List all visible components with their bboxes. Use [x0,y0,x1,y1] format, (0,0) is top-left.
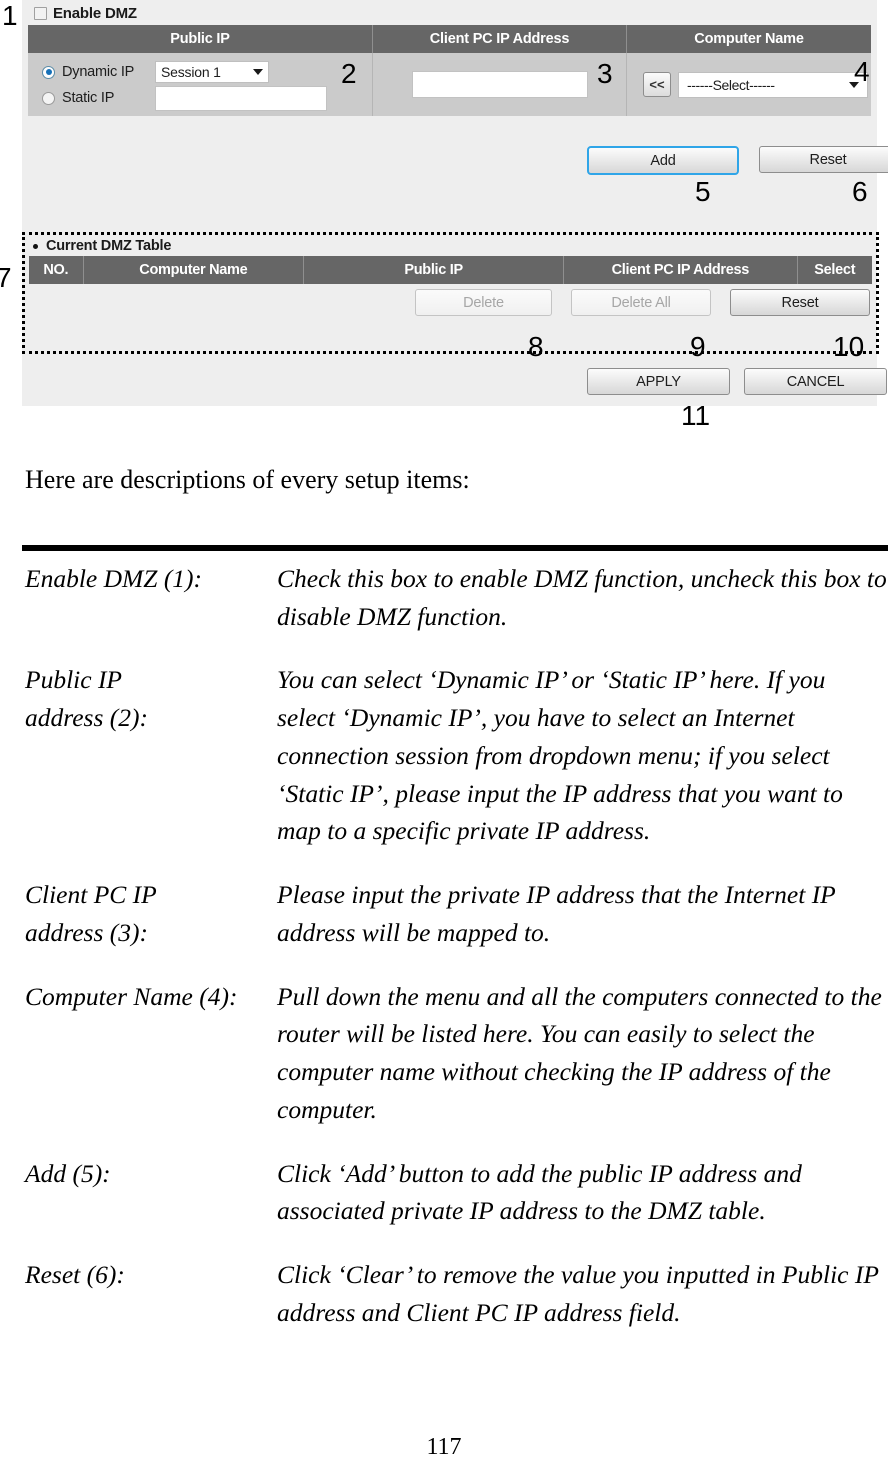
callout-11: 11 [681,400,711,431]
reset-button[interactable]: Reset [759,146,888,173]
dmz-settings-panel: Enable DMZ Public IP Client PC IP Addres… [22,0,888,406]
current-dmz-table-label: Current DMZ Table [46,238,172,254]
desc-reset: Click ‘Clear’ to remove the value you in… [277,1260,879,1327]
desc-add: Click ‘Add’ button to add the public IP … [277,1158,802,1226]
callout-4: 4 [854,56,870,87]
dynamic-ip-row[interactable]: Dynamic IP Session 1 [42,59,372,85]
page-action-buttons: APPLY CANCEL [587,368,887,395]
callout-7: 7 [0,262,12,293]
cancel-button[interactable]: CANCEL [744,368,887,395]
dynamic-ip-radio[interactable] [42,65,55,79]
current-dmz-table-title: Current DMZ Table [25,235,876,256]
dmz-config-header-row: Public IP Client PC IP Address Computer … [28,25,871,53]
term-line-1: Client PC IP [25,880,157,910]
intro-paragraph: Here are descriptions of every setup ite… [25,465,470,494]
desc-public-ip-address: You can select ‘Dynamic IP’ or ‘Static I… [277,665,843,846]
static-ip-input[interactable] [155,85,327,111]
enable-dmz-checkbox[interactable] [34,6,47,20]
bullet-icon [33,243,38,249]
dynamic-ip-label: Dynamic IP [62,64,135,80]
client-pc-ip-cell [373,53,627,116]
desc-client-pc-ip-address: Please input the private IP address that… [277,880,836,947]
term-line-1: Public IP [25,665,123,695]
description-item: Add (5): Click ‘Add’ button to add the p… [25,1155,888,1230]
static-ip-radio[interactable] [42,91,55,105]
form-action-buttons: Add Reset [587,146,888,175]
term-line-1: Enable DMZ (1): [25,564,203,593]
session-select-value: Session 1 [161,64,221,80]
client-pc-ip-input[interactable] [411,71,588,98]
callout-1: 1 [2,0,18,31]
dmz-header-public-ip: Public IP [304,256,565,284]
term-line-2: address (3): [25,917,148,947]
dmz-header-computer-name: Computer Name [84,256,305,284]
delete-button[interactable]: Delete [415,289,552,316]
callout-8: 8 [528,331,544,362]
description-item: Reset (6): Click ‘Clear’ to remove the v… [25,1256,888,1331]
router-dmz-screenshot: Enable DMZ Public IP Client PC IP Addres… [0,0,888,430]
dmz-reset-button[interactable]: Reset [730,289,870,316]
insert-computer-name-button[interactable]: << [643,72,671,97]
description-item: Client PC IP address (3): Please input t… [25,876,888,951]
header-computer-name: Computer Name [694,31,804,47]
desc-enable-dmz: Check this box to enable DMZ function, u… [277,564,887,631]
apply-button[interactable]: APPLY [587,368,730,395]
description-item: Public IP address (2): You can select ‘D… [25,661,888,850]
current-dmz-table-section: Current DMZ Table NO. Computer Name Publ… [22,232,879,354]
session-select[interactable]: Session 1 [155,61,269,83]
delete-all-button[interactable]: Delete All [571,289,711,316]
setup-item-descriptions: Enable DMZ (1): Check this box to enable… [25,560,888,1357]
desc-computer-name: Pull down the menu and all the computers… [277,981,882,1124]
static-ip-label: Static IP [62,90,115,106]
dmz-header-select: Select [814,262,856,278]
term-add: Add (5): [25,1155,277,1230]
static-ip-row[interactable]: Static IP [42,85,372,111]
add-button[interactable]: Add [587,146,739,175]
computer-name-cell: << ------Select------ [627,53,871,116]
chevron-down-icon [253,69,263,75]
dmz-config-table: Public IP Client PC IP Address Computer … [28,25,871,116]
dmz-table-buttons: Delete Delete All Reset [25,284,876,316]
callout-9: 9 [690,331,706,362]
dmz-config-body-row: Dynamic IP Session 1 Static IP << ------… [28,53,871,116]
term-computer-name: Computer Name (4): [25,978,277,1129]
term-reset: Reset (6): [25,1256,277,1331]
header-public-ip: Public IP [28,25,373,53]
public-ip-cell: Dynamic IP Session 1 Static IP [28,53,373,116]
term-enable-dmz: Enable DMZ (1): [25,560,277,635]
dmz-table-header-row: NO. Computer Name Public IP Client PC IP… [29,256,872,284]
computer-name-select-value: ------Select------ [687,76,775,93]
callout-2: 2 [341,58,357,89]
term-line-2: address (2): [25,703,148,733]
term-line-1: Computer Name (4): [25,981,238,1011]
page-number: 117 [426,1434,462,1460]
description-item: Computer Name (4): Pull down the menu an… [25,978,888,1129]
callout-6: 6 [852,176,868,207]
term-public-ip-address: Public IP address (2): [25,661,277,850]
dmz-header-no: NO. [29,256,84,284]
dmz-header-client-pc-ip: Client PC IP Address [564,256,798,284]
callout-5: 5 [695,176,711,207]
term-client-pc-ip-address: Client PC IP address (3): [25,876,277,951]
callout-10: 10 [833,331,865,362]
term-line-1: Reset (6): [25,1260,125,1290]
horizontal-rule [22,545,888,551]
computer-name-select[interactable]: ------Select------ [678,71,868,98]
header-client-pc-ip: Client PC IP Address [373,25,627,53]
enable-dmz-row[interactable]: Enable DMZ [34,2,137,24]
enable-dmz-label: Enable DMZ [53,4,137,22]
callout-3: 3 [597,58,613,89]
term-line-1: Add (5): [25,1158,111,1188]
description-item: Enable DMZ (1): Check this box to enable… [25,560,888,635]
